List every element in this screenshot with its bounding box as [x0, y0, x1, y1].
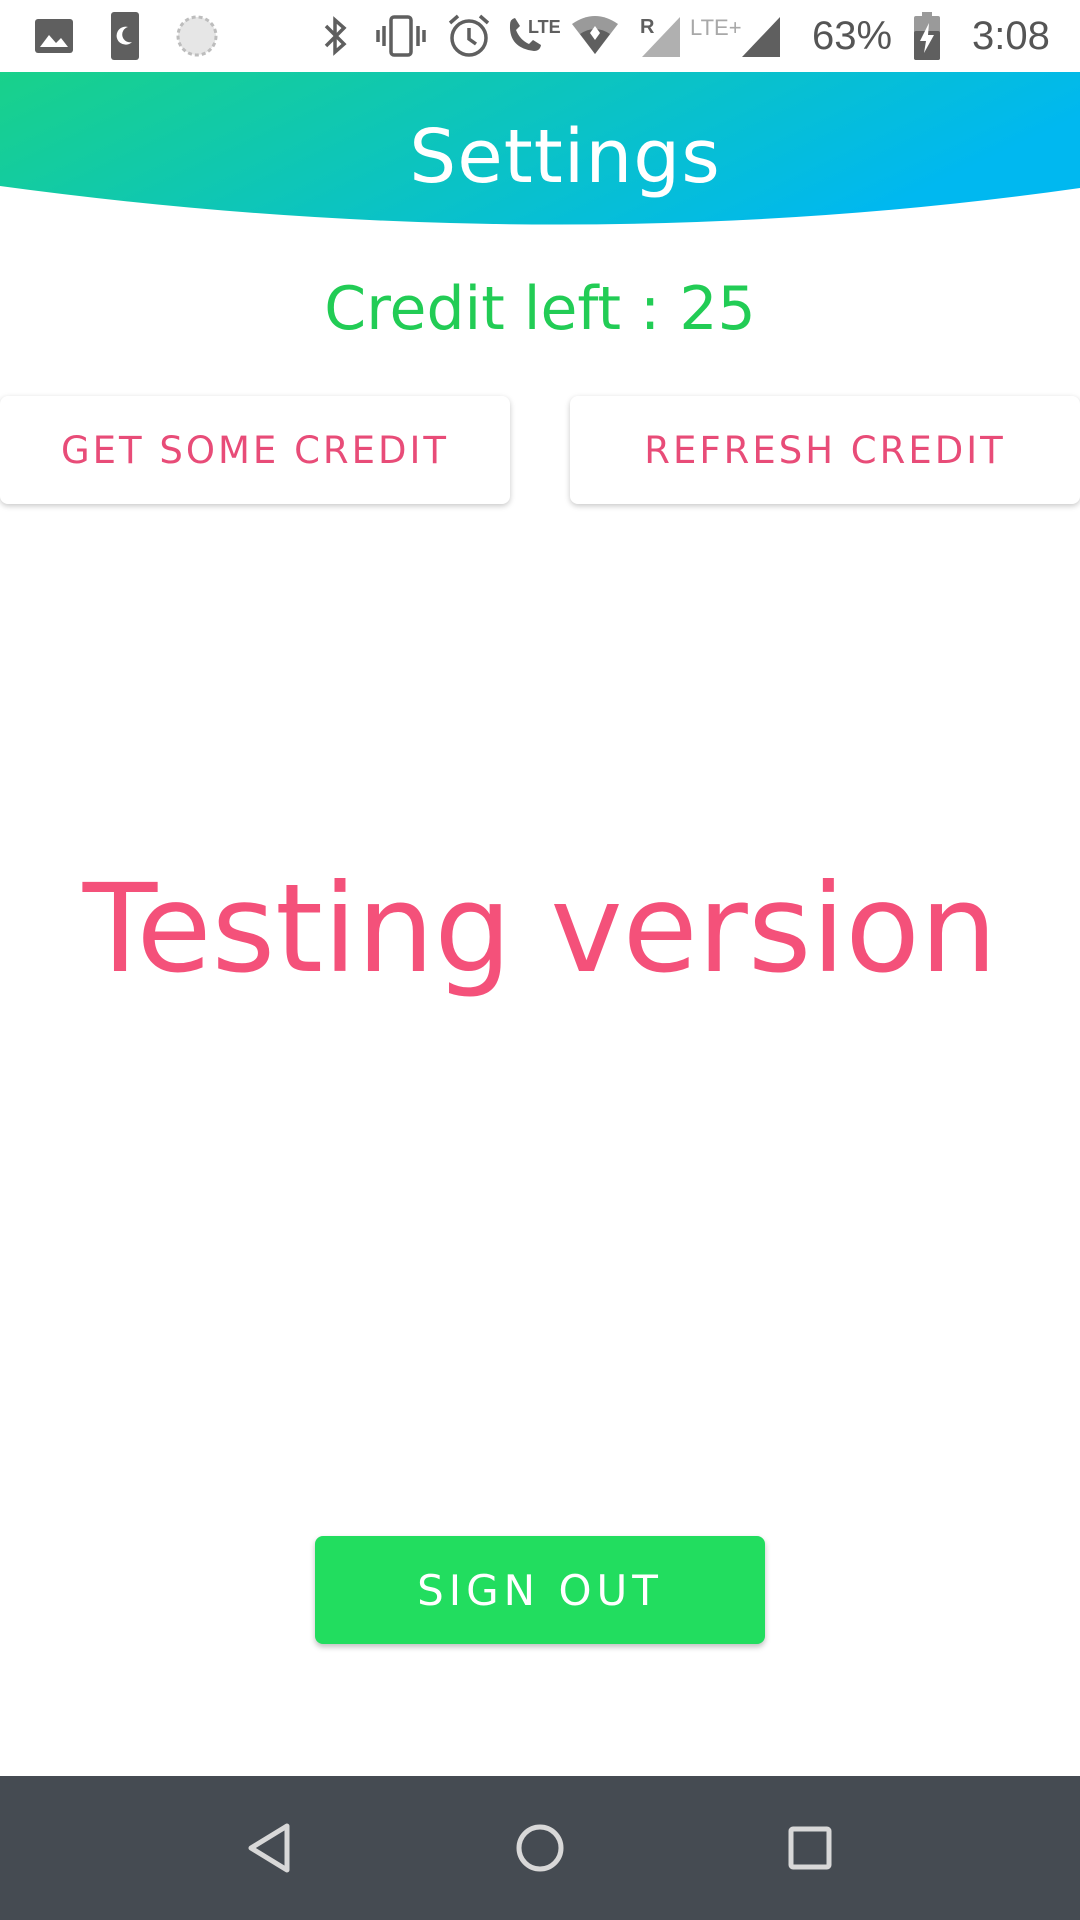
settings-screen: LTE R LTE+ 63% 3:08 Settings Credit left…: [0, 0, 1080, 1920]
credit-left-label: Credit left : 25: [324, 274, 756, 344]
status-time: 3:08: [972, 13, 1050, 58]
signal-lte-icon: LTE+: [690, 10, 782, 62]
image-icon: [32, 10, 76, 62]
status-bar: LTE R LTE+ 63% 3:08: [0, 0, 1080, 72]
testing-version-label: Testing version: [82, 858, 998, 1000]
recents-icon[interactable]: [770, 1808, 850, 1888]
sync-icon: [174, 10, 220, 62]
battery-charging-icon: [912, 10, 942, 62]
svg-text:LTE+: LTE+: [690, 15, 742, 40]
volte-call-icon: LTE: [504, 10, 562, 62]
battery-percent: 63%: [812, 13, 893, 58]
svg-text:LTE: LTE: [528, 17, 561, 37]
wifi-icon: [570, 10, 620, 62]
dnd-moon-icon: [108, 10, 142, 62]
back-icon[interactable]: [230, 1808, 310, 1888]
sign-out-button[interactable]: SIGN OUT: [315, 1536, 765, 1644]
vibrate-icon: [374, 10, 428, 62]
get-some-credit-button[interactable]: GET SOME CREDIT: [0, 396, 510, 504]
home-icon[interactable]: [500, 1808, 580, 1888]
bluetooth-icon: [318, 10, 352, 62]
refresh-credit-button[interactable]: REFRESH CREDIT: [570, 396, 1080, 504]
settings-header: Settings: [0, 72, 1080, 232]
page-title: Settings: [409, 114, 721, 200]
signal-roaming-icon: R: [638, 10, 682, 62]
alarm-icon: [446, 10, 492, 62]
svg-text:R: R: [640, 16, 655, 38]
navigation-bar: [0, 1776, 1080, 1920]
